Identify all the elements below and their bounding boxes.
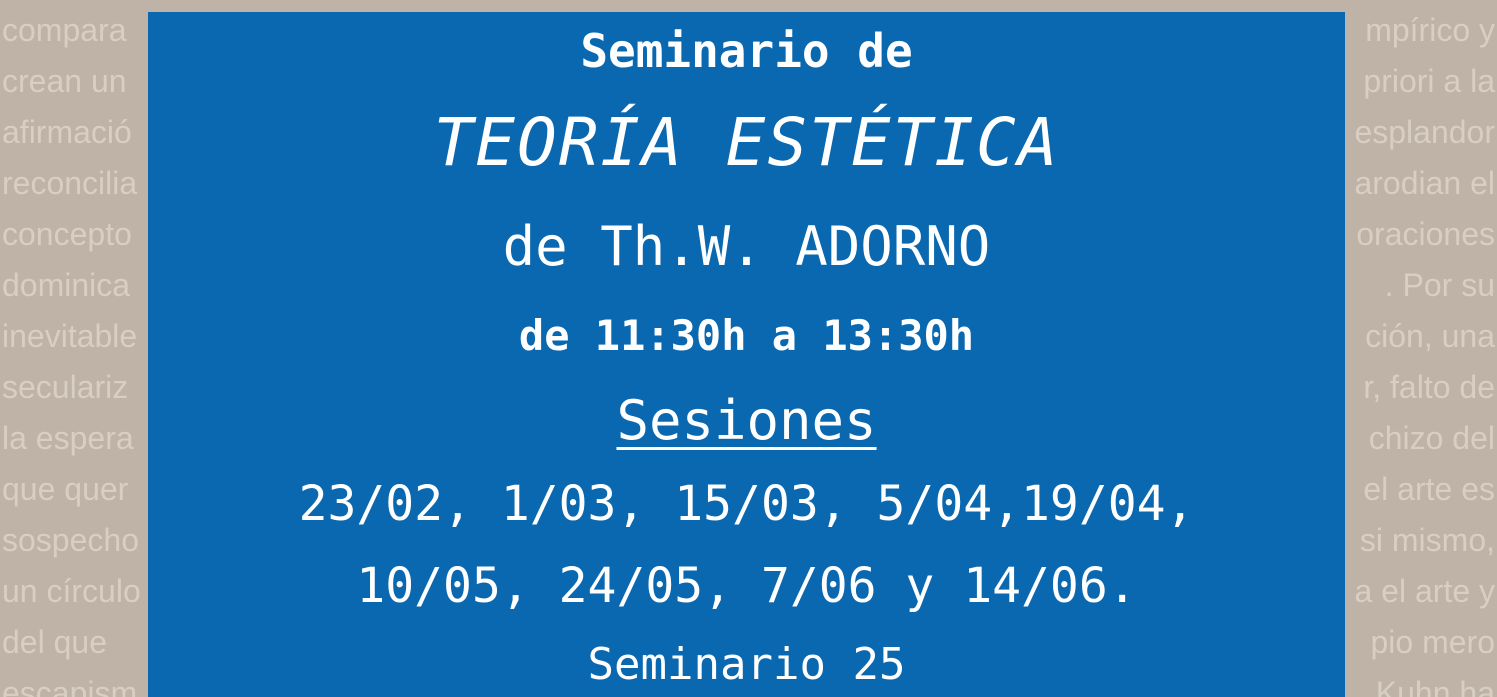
- background-text-left: concepto: [2, 216, 132, 252]
- background-text-right: el arte es: [1363, 471, 1495, 507]
- room-label: Seminario 25: [587, 639, 906, 690]
- background-text-left: seculariz: [2, 369, 129, 405]
- background-text-right: priori a la: [1363, 63, 1495, 99]
- background-text-right: arodian el: [1354, 165, 1495, 201]
- background-text-right: oraciones: [1356, 216, 1495, 252]
- background-text-right: si mismo,: [1359, 522, 1495, 558]
- session-dates-line: 23/02, 1/03, 15/03, 5/04,19/04,: [298, 476, 1195, 532]
- background-text-right: r, falto de: [1363, 369, 1495, 405]
- background-text-right: ción, una: [1365, 318, 1495, 354]
- seminar-label: Seminario de: [580, 24, 913, 78]
- poster-author: de Th.W. ADORNO: [502, 215, 991, 278]
- background-text-left: dominica: [2, 267, 131, 303]
- background-text-left: compara: [2, 12, 127, 48]
- background-text-left: que quer: [2, 471, 129, 507]
- background-text-right: Kuhn ha: [1375, 675, 1495, 697]
- sessions-heading: Sesiones: [616, 389, 877, 452]
- session-dates-line: 10/05, 24/05, 7/06 y 14/06.: [356, 558, 1137, 614]
- poster-title: TEORÍA ESTÉTICA: [433, 104, 1060, 181]
- background-text-left: crean un: [2, 63, 127, 99]
- background-text-right: pio mero: [1370, 624, 1496, 660]
- background-text-right: esplandor: [1354, 114, 1495, 150]
- background-text-left: sospecho: [2, 522, 139, 558]
- background-text-left: reconcilia: [2, 165, 138, 201]
- background-text-left: la espera: [2, 420, 134, 456]
- background-text-right: a el arte y: [1354, 573, 1495, 609]
- background-text-left: un círculo: [2, 573, 141, 609]
- background-text-left: afirmació: [2, 114, 132, 150]
- background-text-left: escapism: [2, 675, 138, 697]
- background-text-left: inevitable: [2, 318, 138, 354]
- session-time: de 11:30h a 13:30h: [518, 311, 975, 360]
- background-text-right: chizo del: [1368, 420, 1495, 456]
- background-text-right: mpírico y: [1365, 12, 1495, 48]
- seminar-poster-panel: Seminario de TEORÍA ESTÉTICA de Th.W. AD…: [148, 12, 1345, 697]
- background-text-right: . Por su: [1384, 267, 1495, 303]
- background-text-left: del que: [2, 624, 107, 660]
